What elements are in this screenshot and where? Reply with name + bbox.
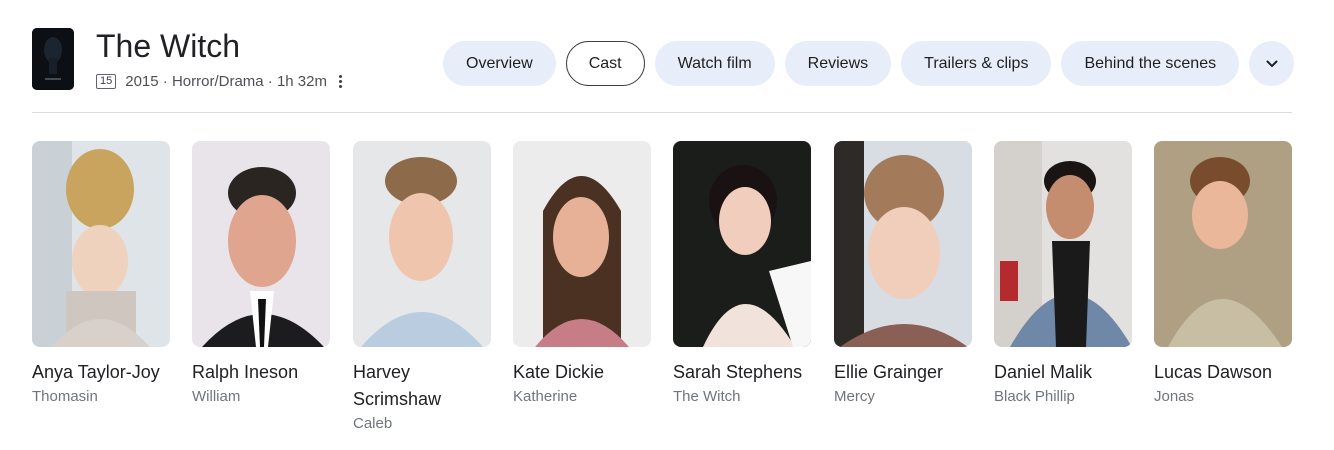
cast-card[interactable]: Kate Dickie Katherine: [513, 141, 651, 408]
cast-card[interactable]: Anya Taylor-Joy Thomasin: [32, 141, 170, 408]
cast-role: Mercy: [834, 388, 875, 405]
cast-card[interactable]: Lucas Dawson Jonas: [1154, 141, 1292, 408]
movie-meta-text: 2015 · Horror/Drama · 1h 32m: [125, 72, 327, 90]
cast-name[interactable]: Harvey Scrimshaw: [353, 359, 491, 413]
cast-name[interactable]: Ellie Grainger: [834, 359, 972, 386]
cast-name[interactable]: Kate Dickie: [513, 359, 651, 386]
movie-meta-row: 15 2015 · Horror/Drama · 1h 32m: [96, 70, 342, 92]
cast-card[interactable]: Ralph Ineson William: [192, 141, 330, 408]
cast-card[interactable]: Harvey Scrimshaw Caleb: [353, 141, 491, 435]
cast-photo[interactable]: [192, 141, 330, 347]
cast-photo[interactable]: [994, 141, 1132, 347]
tab-reviews[interactable]: Reviews: [784, 41, 892, 86]
cast-photo[interactable]: [32, 141, 170, 347]
cast-name[interactable]: Daniel Malik: [994, 359, 1132, 386]
chevron-down-icon: [1266, 60, 1278, 67]
cast-card[interactable]: Daniel Malik Black Phillip: [994, 141, 1132, 408]
cast-name[interactable]: Sarah Stephens: [673, 359, 811, 386]
cast-role: Thomasin: [32, 388, 98, 405]
cast-role: Katherine: [513, 388, 578, 405]
cast-card[interactable]: Sarah Stephens The Witch: [673, 141, 811, 408]
cast-role: Jonas: [1154, 388, 1195, 405]
cast-photo[interactable]: [1154, 141, 1292, 347]
cast-role: Caleb: [353, 415, 393, 432]
tab-cast[interactable]: Cast: [565, 41, 645, 86]
cast-name[interactable]: Anya Taylor-Joy: [32, 359, 170, 386]
cast-name[interactable]: Lucas Dawson: [1154, 359, 1292, 386]
movie-title: The Witch: [96, 28, 241, 64]
cast-role: William: [192, 388, 241, 405]
cast-photo[interactable]: [353, 141, 491, 347]
cast-role: Black Phillip: [994, 388, 1075, 405]
cast-name[interactable]: Ralph Ineson: [192, 359, 330, 386]
cast-role: The Witch: [673, 388, 741, 405]
age-rating-badge: 15: [96, 73, 117, 89]
cast-photo[interactable]: [673, 141, 811, 347]
cast-card[interactable]: Ellie Grainger Mercy: [834, 141, 972, 408]
cast-photo[interactable]: [513, 141, 651, 347]
more-vert-icon[interactable]: [339, 74, 342, 88]
tab-behind-the-scenes[interactable]: Behind the scenes: [1061, 41, 1240, 86]
tab-overview[interactable]: Overview: [443, 41, 556, 86]
cast-photo[interactable]: [834, 141, 972, 347]
movie-poster[interactable]: [32, 28, 74, 90]
header-divider: [32, 112, 1292, 113]
tabs-more-button[interactable]: [1249, 41, 1295, 86]
tab-watch-film[interactable]: Watch film: [654, 41, 775, 86]
tab-trailers-clips[interactable]: Trailers & clips: [901, 41, 1052, 86]
tab-bar: Overview Cast Watch film Reviews Trailer…: [443, 41, 1295, 88]
